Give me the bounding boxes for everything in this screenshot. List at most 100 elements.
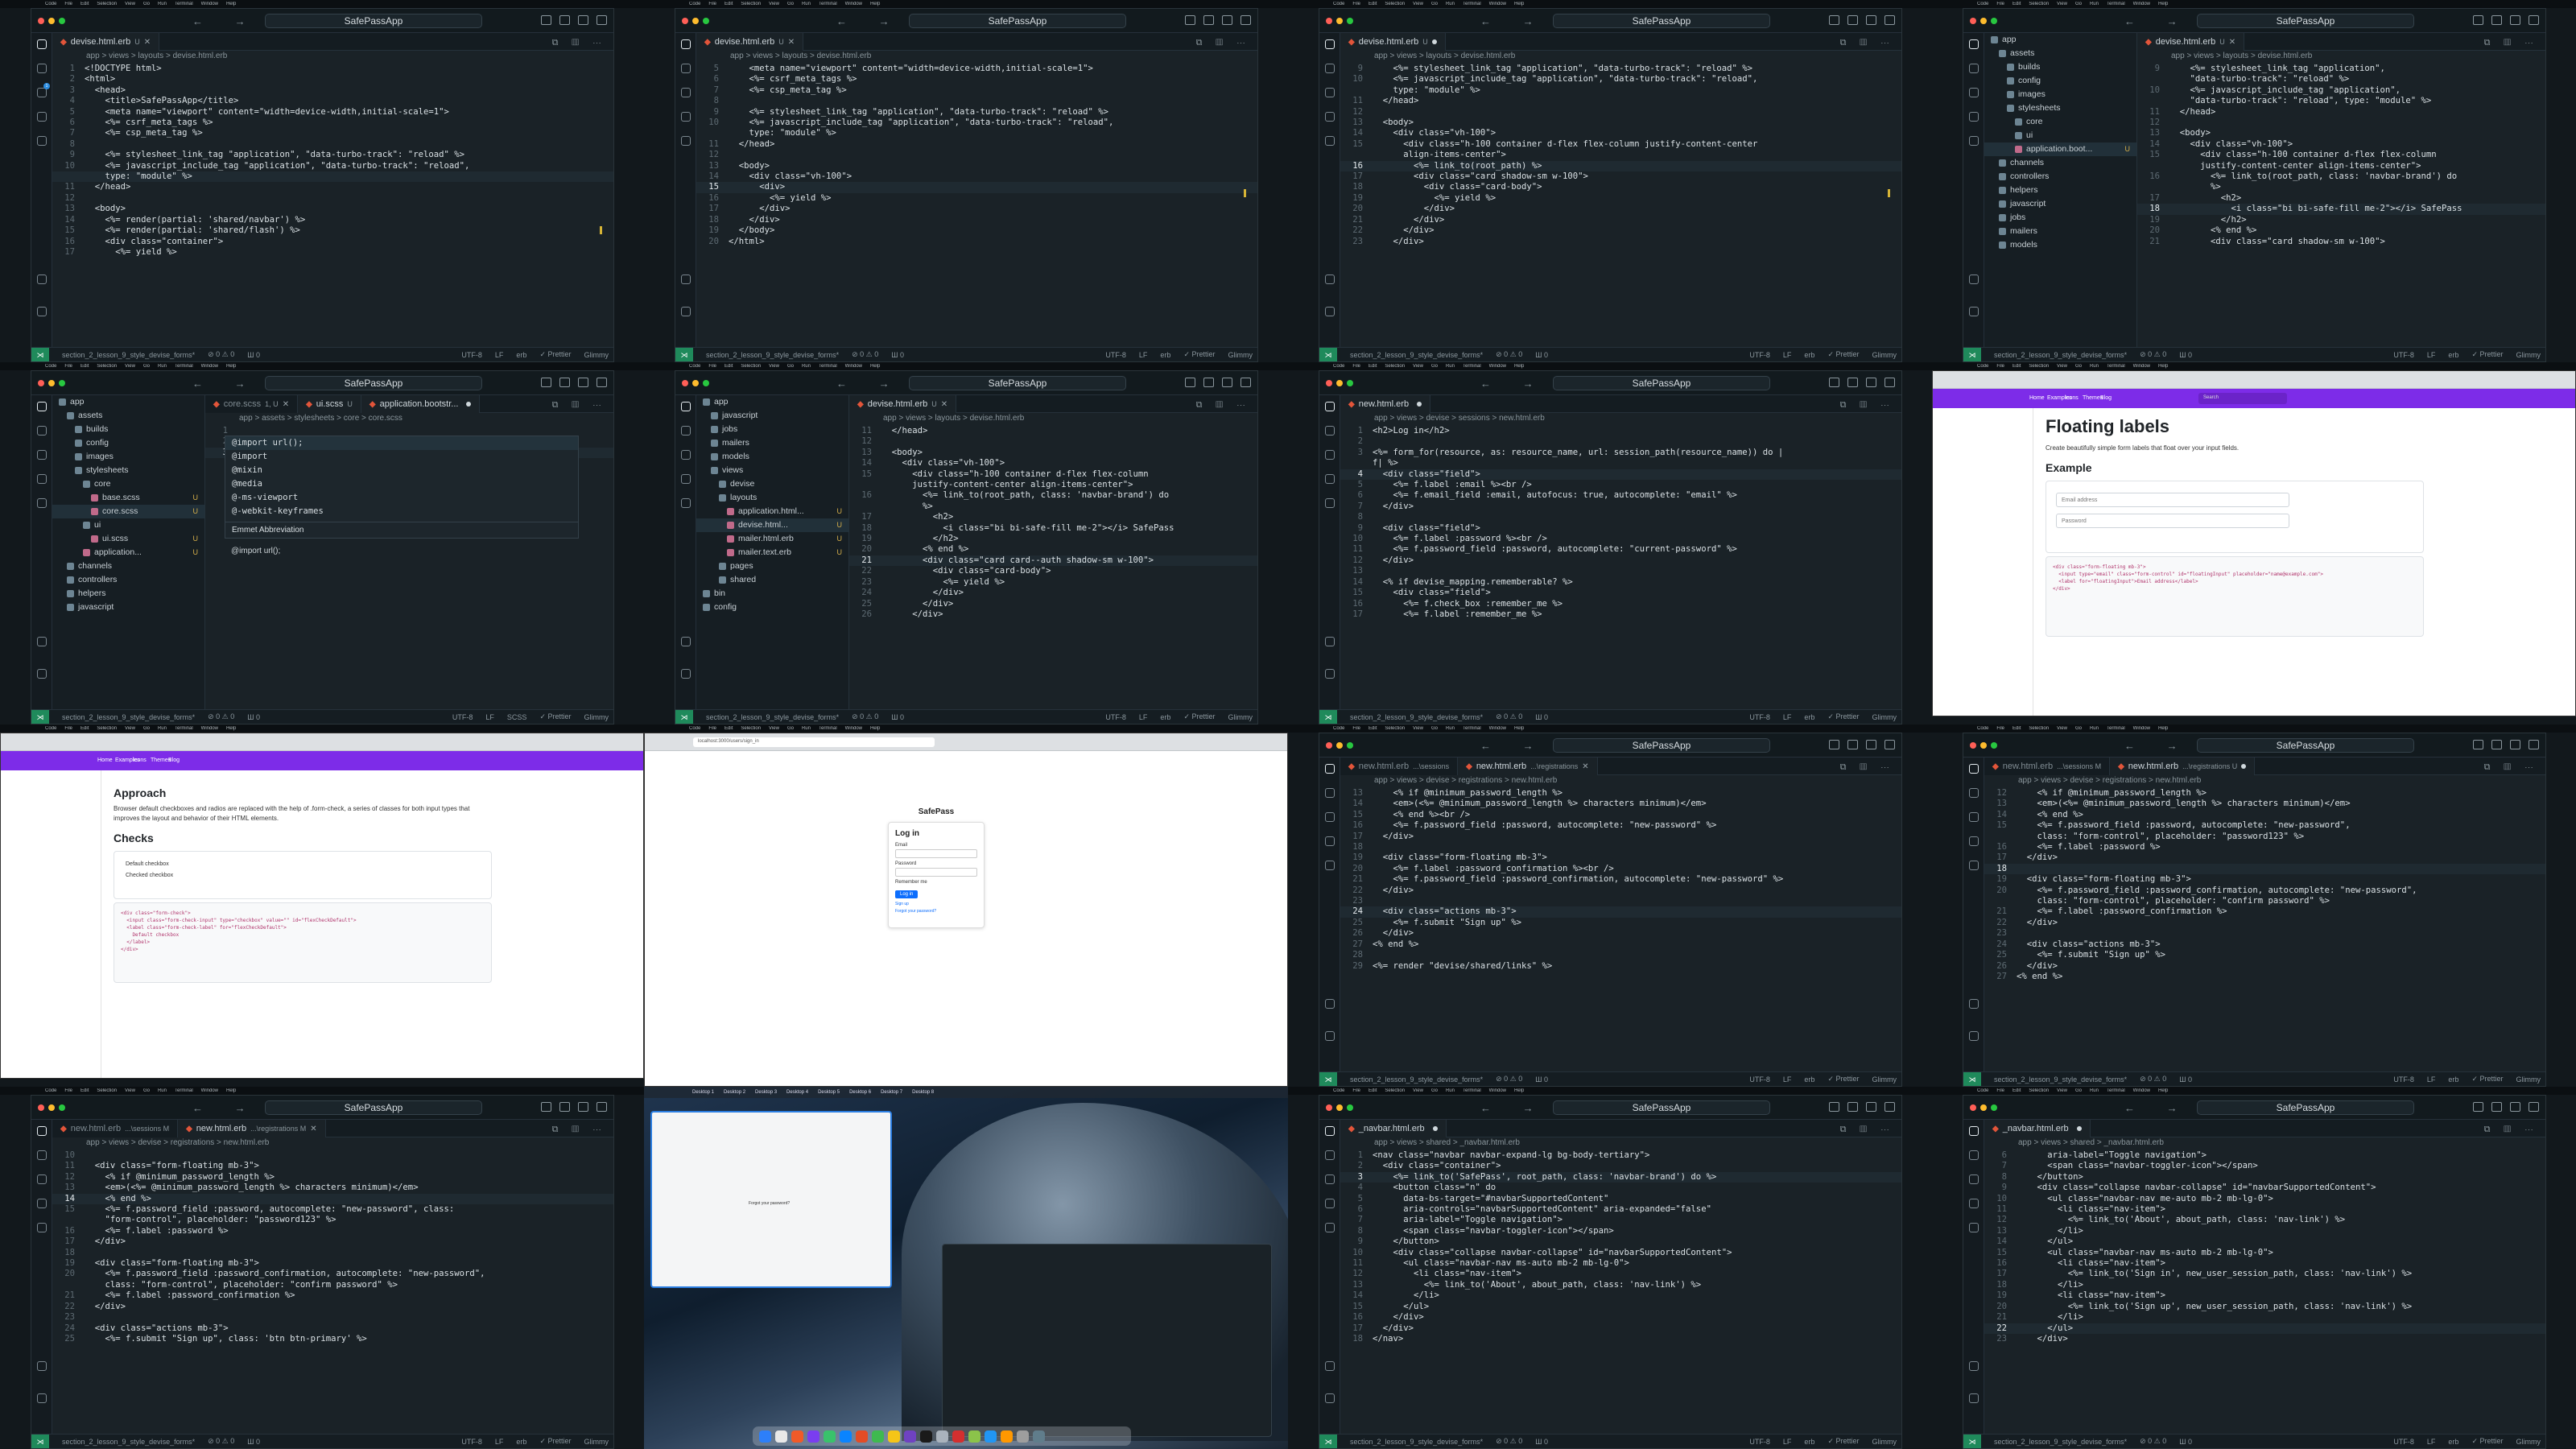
menubar-item[interactable]: Code — [1333, 364, 1344, 369]
dock-app-icon[interactable] — [791, 1430, 803, 1443]
editor-actions[interactable]: ⧉ ▥ ⋯ — [552, 38, 607, 48]
explorer-item[interactable]: ui.scss U — [52, 532, 204, 546]
menubar-item[interactable]: Terminal — [1463, 726, 1481, 731]
toggle-panel-icon[interactable] — [2491, 740, 2502, 749]
explorer-item[interactable]: ui — [52, 518, 204, 532]
remote-indicator[interactable]: ⋊ — [675, 710, 693, 724]
source-control-icon[interactable] — [1325, 88, 1335, 97]
explorer-item[interactable]: models — [696, 450, 848, 464]
extensions-icon[interactable] — [681, 498, 691, 508]
suggestion-item[interactable]: @-ms-viewport — [225, 491, 578, 505]
docs-nav-link[interactable]: Blog — [168, 758, 180, 763]
toggle-secondary-icon[interactable] — [578, 15, 588, 25]
minimize-window-button[interactable] — [1980, 1104, 1987, 1111]
desktop-space[interactable]: Desktop 7 — [881, 1090, 902, 1095]
command-center-search[interactable]: SafePassApp — [2197, 14, 2414, 28]
menubar-item[interactable]: Terminal — [175, 364, 193, 369]
dock-app-icon[interactable] — [1001, 1430, 1013, 1443]
prettier-status[interactable]: ✓ Prettier — [2471, 350, 2503, 359]
run-debug-icon[interactable] — [681, 112, 691, 122]
menubar-item[interactable]: Run — [158, 1088, 167, 1093]
explorer-item[interactable]: core.scss U — [52, 505, 204, 518]
menubar-item[interactable]: View — [1413, 364, 1423, 369]
toggle-sidebar-icon[interactable] — [541, 15, 551, 25]
dock-app-icon[interactable] — [936, 1430, 948, 1443]
zoom-window-button[interactable] — [1991, 1104, 1997, 1111]
editor-actions[interactable]: ⧉ ▥ ⋯ — [552, 1125, 607, 1135]
explorer-icon[interactable] — [1325, 39, 1335, 49]
menubar-item[interactable]: Help — [226, 1088, 236, 1093]
menubar-item[interactable]: Selection — [97, 1088, 117, 1093]
menubar-item[interactable]: Edit — [2013, 364, 2021, 369]
toggle-panel-icon[interactable] — [2491, 1102, 2502, 1112]
menubar-item[interactable]: Go — [1431, 1088, 1438, 1093]
explorer-item[interactable]: bin — [696, 587, 848, 601]
menubar-item[interactable]: Help — [2158, 2, 2168, 6]
menubar-item[interactable]: Go — [2075, 2, 2082, 6]
remote-indicator[interactable]: ⋊ — [675, 348, 693, 361]
ports-count[interactable]: Ш 0 — [247, 351, 260, 359]
dock-app-icon[interactable] — [759, 1430, 771, 1443]
command-center-search[interactable]: SafePassApp — [2197, 1100, 2414, 1115]
menubar-item[interactable]: Run — [158, 726, 167, 731]
extensions-icon[interactable] — [681, 136, 691, 146]
prettier-status[interactable]: ✓ Prettier — [1183, 712, 1215, 721]
menubar-item[interactable]: View — [125, 364, 135, 369]
dock-app-icon[interactable] — [807, 1430, 819, 1443]
explorer-item[interactable]: devise — [696, 477, 848, 491]
run-debug-icon[interactable] — [1969, 1199, 1979, 1208]
menubar-item[interactable]: Go — [143, 726, 150, 731]
encoding[interactable]: UTF-8 — [2393, 1438, 2414, 1446]
problems-count[interactable]: ⊘ 0 ⚠ 0 — [852, 350, 878, 359]
problems-count[interactable]: ⊘ 0 ⚠ 0 — [208, 350, 234, 359]
minimize-window-button[interactable] — [1336, 1104, 1343, 1111]
remote-indicator[interactable]: ⋊ — [1963, 348, 1981, 361]
git-branch[interactable]: section_2_lesson_9_style_devise_forms* — [1350, 713, 1483, 721]
nav-arrows[interactable]: ← → — [2124, 15, 2192, 27]
menubar-item[interactable]: File — [708, 726, 716, 731]
editor-actions[interactable]: ⧉ ▥ ⋯ — [2484, 38, 2539, 48]
menubar-item[interactable]: Code — [689, 2, 700, 6]
editor-tab[interactable]: ◆ new.html.erb ...\sessions — [1340, 758, 1459, 775]
account-icon[interactable] — [1969, 999, 1979, 1009]
menubar-item[interactable]: Help — [1514, 2, 1524, 6]
menubar-item[interactable]: Window — [2133, 1088, 2150, 1093]
menubar-item[interactable]: Terminal — [2107, 2, 2125, 6]
editor-actions[interactable]: ⧉ ▥ ⋯ — [1840, 762, 1895, 773]
menubar-item[interactable]: Go — [2075, 726, 2082, 731]
address-bar[interactable]: localhost:3000/users/sign_in — [693, 737, 935, 747]
menubar-item[interactable]: Edit — [1368, 726, 1377, 731]
ports-count[interactable]: Ш 0 — [1535, 351, 1548, 359]
explorer-item[interactable]: layouts — [696, 491, 848, 505]
toggle-panel-icon[interactable] — [559, 15, 570, 25]
run-debug-icon[interactable] — [37, 474, 47, 484]
source-control-icon[interactable] — [1969, 88, 1979, 97]
menubar-item[interactable]: Selection — [1385, 726, 1405, 731]
menubar-item[interactable]: Terminal — [175, 726, 193, 731]
menubar-item[interactable]: Code — [1977, 726, 1988, 731]
explorer-item[interactable]: images — [1984, 88, 2136, 101]
encoding[interactable]: UTF-8 — [1105, 713, 1126, 721]
menubar-item[interactable]: Help — [870, 2, 880, 6]
suggestion-item[interactable]: @media — [225, 477, 578, 491]
editor-tab[interactable]: ◆ devise.html.erb U — [1340, 33, 1446, 51]
example-password-input[interactable]: Password — [2056, 514, 2289, 528]
editor-tab[interactable]: ◆ devise.html.erb U ✕ — [2137, 33, 2245, 51]
menubar-item[interactable]: Code — [1977, 1088, 1988, 1093]
account-icon[interactable] — [37, 275, 47, 284]
dock-app-icon[interactable] — [904, 1430, 916, 1443]
command-center-search[interactable]: SafePassApp — [265, 14, 482, 28]
menubar-item[interactable]: Terminal — [1463, 1088, 1481, 1093]
menubar-item[interactable]: Window — [2133, 2, 2150, 6]
manage-gear-icon[interactable] — [1969, 1393, 1979, 1403]
search-icon[interactable] — [1325, 426, 1335, 436]
explorer-icon[interactable] — [1325, 1126, 1335, 1136]
command-center-search[interactable]: SafePassApp — [265, 1100, 482, 1115]
menubar-item[interactable]: Terminal — [175, 2, 193, 6]
run-debug-icon[interactable] — [681, 474, 691, 484]
search-icon[interactable] — [1969, 64, 1979, 73]
menubar-item[interactable]: Terminal — [819, 2, 837, 6]
command-center-search[interactable]: SafePassApp — [909, 14, 1126, 28]
language-mode[interactable]: erb — [1804, 713, 1814, 721]
editor-tab[interactable]: ◆ new.html.erb ...\registrations U — [2110, 758, 2256, 775]
